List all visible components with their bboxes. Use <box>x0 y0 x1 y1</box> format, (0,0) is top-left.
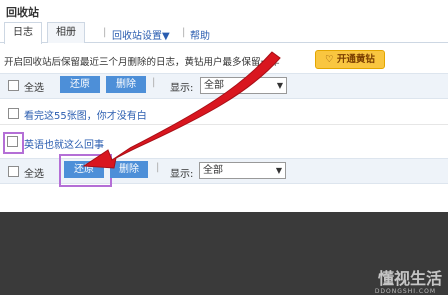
red-arrow-annotation <box>82 51 281 169</box>
arrow-shape <box>82 51 281 169</box>
